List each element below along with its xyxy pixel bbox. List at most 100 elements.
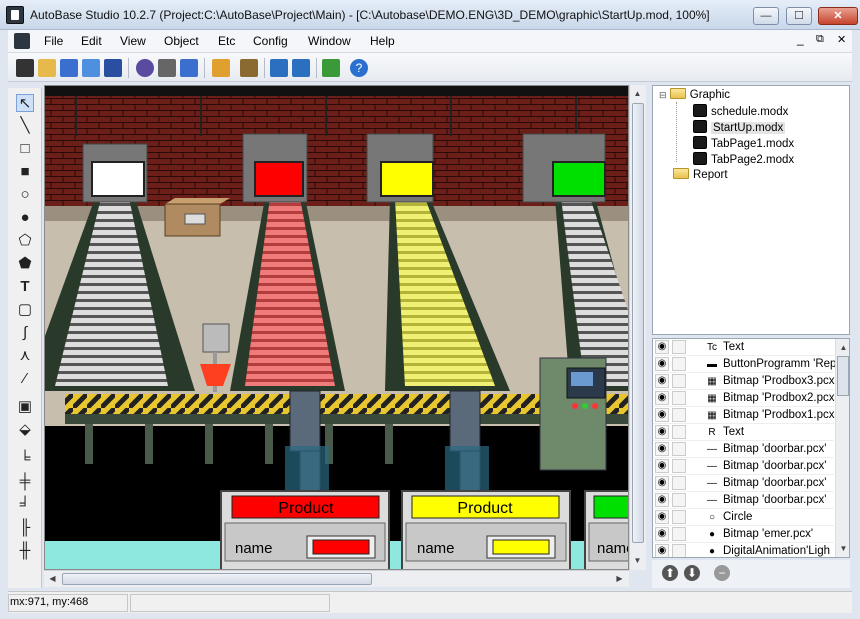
scroll-up-icon[interactable]: ▲ xyxy=(630,86,645,101)
lock-checkbox[interactable] xyxy=(672,476,686,490)
mdi-restore-button[interactable]: ⧉ xyxy=(816,33,824,46)
script-icon[interactable] xyxy=(158,59,176,77)
visibility-eye-icon[interactable]: ◉ xyxy=(655,510,669,524)
scroll-down-icon[interactable]: ▼ xyxy=(630,553,645,568)
split-vertical-icon[interactable] xyxy=(292,59,310,77)
visibility-eye-icon[interactable]: ◉ xyxy=(655,357,669,371)
scroll-up-icon[interactable]: ▲ xyxy=(836,340,849,355)
tree-folder-graphic[interactable]: ⊟ Graphic xyxy=(659,88,730,104)
open-icon[interactable] xyxy=(38,59,56,77)
refresh-icon[interactable] xyxy=(322,59,340,77)
split-horizontal-icon[interactable] xyxy=(270,59,288,77)
copy-icon[interactable] xyxy=(60,59,78,77)
object-list-scrollbar[interactable]: ▲ ▼ xyxy=(835,339,849,557)
table-icon[interactable] xyxy=(180,59,198,77)
scroll-down-icon[interactable]: ▼ xyxy=(836,541,849,556)
lock-checkbox[interactable] xyxy=(672,357,686,371)
menu-config[interactable]: Config xyxy=(253,34,288,48)
menu-etc[interactable]: Etc xyxy=(218,34,235,48)
canvas-horizontal-scrollbar[interactable]: ◀ ▶ xyxy=(44,570,629,587)
save-icon[interactable] xyxy=(104,59,122,77)
run-icon[interactable] xyxy=(240,59,258,77)
visibility-eye-icon[interactable]: ◉ xyxy=(655,527,669,541)
object-row[interactable]: ◉ ● Bitmap 'emer.pcx' xyxy=(653,526,834,543)
filled-ellipse-tool-icon[interactable]: ● xyxy=(16,209,34,227)
tree-file-tabpage2[interactable]: TabPage2.modx xyxy=(693,152,794,168)
eyedropper-icon[interactable]: ⁄ xyxy=(16,370,34,388)
object-row[interactable]: ◉ ● DigitalAnimation'Ligh xyxy=(653,543,834,557)
select-arrow-icon[interactable]: ↖ xyxy=(16,94,34,112)
minimize-button[interactable]: — xyxy=(753,7,779,25)
scroll-left-icon[interactable]: ◀ xyxy=(45,571,60,586)
lock-checkbox[interactable] xyxy=(672,425,686,439)
vertical-scroll-thumb[interactable] xyxy=(632,103,644,543)
lock-checkbox[interactable] xyxy=(672,391,686,405)
filled-rectangle-tool-icon[interactable]: ■ xyxy=(16,163,34,181)
help-icon[interactable]: ? xyxy=(350,59,368,77)
scroll-right-icon[interactable]: ▶ xyxy=(612,571,627,586)
object-row[interactable]: ◉ ▦ Bitmap 'Prodbox1.pcx xyxy=(653,407,835,424)
object-row[interactable]: ◉ ▬ ButtonProgramm 'Rep xyxy=(653,356,836,373)
object-row[interactable]: ◉ — Bitmap 'doorbar.pcx' xyxy=(653,475,834,492)
visibility-eye-icon[interactable]: ◉ xyxy=(655,425,669,439)
menu-edit[interactable]: Edit xyxy=(81,34,102,48)
horizontal-scroll-thumb[interactable] xyxy=(62,573,372,585)
lock-checkbox[interactable] xyxy=(672,374,686,388)
visibility-eye-icon[interactable]: ◉ xyxy=(655,493,669,507)
visibility-eye-icon[interactable]: ◉ xyxy=(655,408,669,422)
menu-help[interactable]: Help xyxy=(370,34,395,48)
move-down-icon[interactable]: ⬇ xyxy=(684,565,700,581)
lock-checkbox[interactable] xyxy=(672,442,686,456)
document-icon[interactable] xyxy=(14,33,30,49)
object-3d-icon[interactable]: ▣ xyxy=(16,398,34,416)
object-row[interactable]: ◉ ○ Circle xyxy=(653,509,834,526)
object-row[interactable]: ◉ — Bitmap 'doorbar.pcx' xyxy=(653,441,834,458)
maximize-button[interactable]: ☐ xyxy=(786,7,812,25)
lock-checkbox[interactable] xyxy=(672,459,686,473)
mdi-minimize-button[interactable]: _ xyxy=(797,32,804,46)
tree-file-schedule[interactable]: schedule.modx xyxy=(693,104,788,120)
align-middle-icon[interactable]: ╪ xyxy=(16,473,34,491)
move-up-icon[interactable]: ⬆ xyxy=(662,565,678,581)
visibility-eye-icon[interactable]: ◉ xyxy=(655,374,669,388)
text-tool-icon[interactable]: T xyxy=(16,278,34,296)
visibility-eye-icon[interactable]: ◉ xyxy=(655,476,669,490)
menu-view[interactable]: View xyxy=(120,34,146,48)
rounded-rect-tool-icon[interactable]: ▢ xyxy=(16,301,34,319)
lock-checkbox[interactable] xyxy=(672,493,686,507)
visibility-eye-icon[interactable]: ◉ xyxy=(655,459,669,473)
filled-polygon-tool-icon[interactable]: ⬟ xyxy=(16,255,34,273)
graphic-canvas[interactable]: Product Product name name name xyxy=(44,85,629,570)
align-left-icon[interactable]: ╟ xyxy=(16,519,34,537)
close-button[interactable]: ✕ xyxy=(818,7,858,25)
tree-file-tabpage1[interactable]: TabPage1.modx xyxy=(693,136,794,152)
lock-checkbox[interactable] xyxy=(672,340,686,354)
ellipse-tool-icon[interactable]: ○ xyxy=(16,186,34,204)
lock-checkbox[interactable] xyxy=(672,527,686,541)
fill-bucket-icon[interactable]: ⬙ xyxy=(16,421,34,439)
visibility-eye-icon[interactable]: ◉ xyxy=(655,544,669,557)
folder-open-icon[interactable] xyxy=(82,59,100,77)
object-list-scroll-thumb[interactable] xyxy=(837,356,849,396)
lock-checkbox[interactable] xyxy=(672,544,686,557)
align-center-icon[interactable]: ╫ xyxy=(16,542,34,560)
visibility-eye-icon[interactable]: ◉ xyxy=(655,442,669,456)
mdi-close-button[interactable]: ✕ xyxy=(837,33,846,46)
remove-icon[interactable]: − xyxy=(714,565,730,581)
object-row[interactable]: ◉ Tc Text xyxy=(653,339,834,356)
line-tool-icon[interactable]: ╲ xyxy=(16,117,34,135)
object-row[interactable]: ◉ ▦ Bitmap 'Prodbox3.pcx xyxy=(653,373,835,390)
object-row[interactable]: ◉ ▦ Bitmap 'Prodbox2.pcx xyxy=(653,390,835,407)
menu-object[interactable]: Object xyxy=(164,34,199,48)
visibility-eye-icon[interactable]: ◉ xyxy=(655,340,669,354)
tree-file-startup[interactable]: StartUp.modx xyxy=(693,120,786,136)
arc-tool-icon[interactable]: ⋏ xyxy=(16,347,34,365)
align-bottom-icon[interactable]: ╛ xyxy=(16,496,34,514)
object-row[interactable]: ◉ R Text xyxy=(653,424,834,441)
align-top-icon[interactable]: ╘ xyxy=(16,450,34,468)
canvas-vertical-scrollbar[interactable]: ▲ ▼ xyxy=(629,85,646,570)
object-row[interactable]: ◉ — Bitmap 'doorbar.pcx' xyxy=(653,492,834,509)
lock-checkbox[interactable] xyxy=(672,408,686,422)
object-row[interactable]: ◉ — Bitmap 'doorbar.pcx' xyxy=(653,458,834,475)
lock-checkbox[interactable] xyxy=(672,510,686,524)
